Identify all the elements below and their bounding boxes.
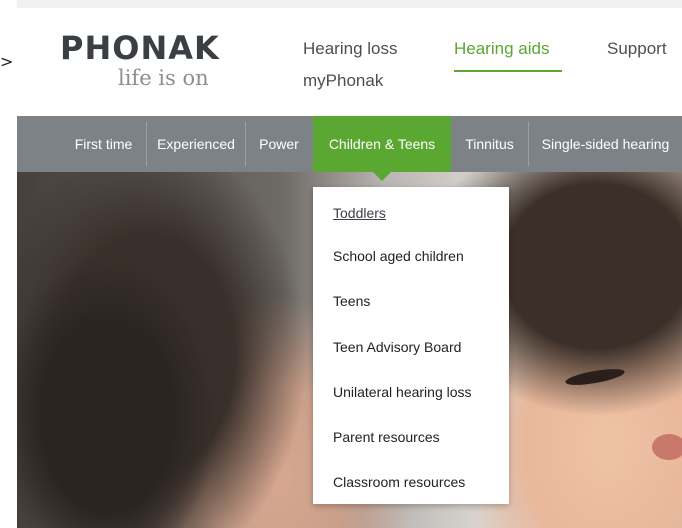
logo-tagline: life is on [118, 66, 209, 90]
cat-children-teens[interactable]: Children & Teens [313, 116, 451, 172]
cat-power[interactable]: Power [246, 116, 312, 172]
dropdown-item-toddlers[interactable]: Toddlers [333, 204, 386, 222]
cat-experienced-label: Experienced [157, 136, 235, 152]
dropdown-item-classroom-resources[interactable]: Classroom resources [333, 473, 465, 491]
hero-eye-shape [564, 365, 626, 389]
cat-experienced[interactable]: Experienced [147, 116, 245, 172]
logo-wordmark: PHONAK [60, 29, 220, 67]
left-gutter [0, 0, 17, 528]
children-teens-dropdown: Toddlers School aged children Teens Teen… [313, 187, 509, 504]
topnav-hearing-aids[interactable]: Hearing aids [454, 39, 549, 59]
site-header: PHONAK life is on Hearing loss Hearing a… [17, 8, 682, 116]
cat-first-time[interactable]: First time [61, 116, 146, 172]
dropdown-item-unilateral-hearing-loss[interactable]: Unilateral hearing loss [333, 383, 472, 401]
hero-lips-shape [652, 434, 682, 460]
dropdown-item-parent-resources[interactable]: Parent resources [333, 428, 440, 446]
topnav-support[interactable]: Support [607, 39, 667, 59]
category-nav: First time Experienced Power Children & … [17, 116, 682, 172]
active-caret-icon [373, 172, 391, 181]
dropdown-item-teen-advisory-board[interactable]: Teen Advisory Board [333, 338, 461, 356]
cat-children-teens-label: Children & Teens [328, 136, 436, 152]
phonak-logo[interactable]: PHONAK life is on [60, 30, 235, 100]
cat-tinnitus-label: Tinnitus [465, 136, 514, 152]
topnav-active-underline [454, 70, 562, 72]
topnav-hearing-loss[interactable]: Hearing loss [303, 39, 398, 59]
dropdown-item-teens[interactable]: Teens [333, 292, 370, 310]
cat-single-sided-hearing[interactable]: Single-sided hearing [529, 116, 682, 172]
cat-power-label: Power [259, 136, 299, 152]
dropdown-item-school-aged-children[interactable]: School aged children [333, 247, 464, 265]
top-strip [17, 0, 682, 8]
cat-single-sided-label: Single-sided hearing [541, 136, 670, 152]
cat-first-time-label: First time [74, 136, 133, 152]
topnav-myphonak[interactable]: myPhonak [303, 71, 383, 91]
cat-tinnitus[interactable]: Tinnitus [451, 116, 528, 172]
cursor-chevron-icon: > [0, 52, 14, 71]
